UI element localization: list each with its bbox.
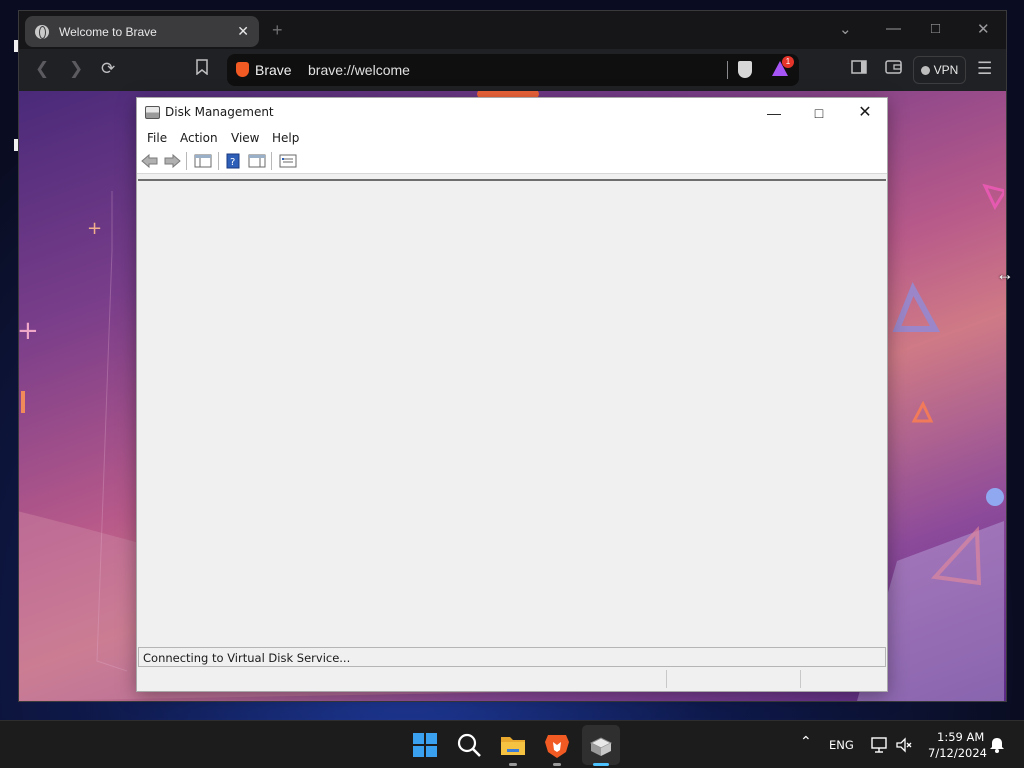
toolbar-separator (186, 152, 187, 170)
disk-management-active-indicator (593, 763, 609, 766)
globe-icon (35, 24, 49, 39)
dm-close-button[interactable]: ✕ (842, 101, 888, 125)
resize-cursor-icon: ↔ (996, 264, 1014, 284)
dm-status-text: Connecting to Virtual Disk Service... (143, 651, 351, 665)
properties-icon[interactable] (279, 153, 297, 169)
clock-date[interactable]: 7/12/2024 (928, 746, 987, 760)
windows-start-icon[interactable] (411, 731, 439, 759)
menu-action[interactable]: Action (180, 131, 218, 145)
address-bar[interactable]: Brave brave://welcome 1 (227, 54, 799, 86)
dm-status-bar (137, 668, 887, 691)
brave-shields-icon[interactable] (738, 61, 752, 78)
hamburger-menu-icon[interactable]: ☰ (977, 59, 992, 79)
tab-search-chevron-icon[interactable]: ⌄ (839, 20, 852, 38)
disk-management-app-icon (145, 106, 160, 119)
disk-management-window: Disk Management — □ ✕ File Action View H… (136, 97, 888, 692)
bookmark-icon[interactable] (196, 59, 208, 80)
console-tree-icon[interactable] (194, 153, 212, 169)
dm-toolbar: ? (137, 149, 887, 174)
browser-close-button[interactable]: ✕ (977, 20, 990, 38)
file-explorer-indicator (509, 763, 517, 766)
sidebar-toggle-icon[interactable] (851, 59, 867, 79)
vpn-label: VPN (933, 63, 959, 77)
brave-indicator (553, 763, 561, 766)
tab-strip: Welcome to Brave ✕ + ⌄ — □ ✕ (19, 11, 1006, 49)
new-tab-button[interactable]: + (272, 20, 283, 41)
clock-time[interactable]: 1:59 AM (937, 730, 984, 744)
svg-text:+: + (19, 316, 39, 346)
tab-title: Welcome to Brave (59, 24, 157, 39)
dm-window-title: Disk Management (165, 105, 274, 119)
show-hidden-icons-chevron-icon[interactable]: ⌃ (800, 734, 812, 750)
browser-maximize-button[interactable]: □ (931, 20, 940, 37)
vpn-status-icon (920, 65, 930, 75)
dm-maximize-button[interactable]: □ (796, 101, 842, 125)
language-indicator[interactable]: ENG (829, 738, 854, 752)
taskbar: ⌃ ENG 1:59 AM 7/12/2024 (0, 720, 1024, 768)
url-text[interactable]: brave://welcome (308, 62, 410, 78)
dm-title-bar[interactable]: Disk Management — □ ✕ (137, 98, 887, 128)
omnibox-divider (727, 61, 728, 79)
disk-management-taskbar-icon[interactable] (587, 731, 615, 759)
wallet-icon[interactable] (885, 59, 902, 79)
file-explorer-icon[interactable] (499, 731, 527, 759)
tab-close-button[interactable]: ✕ (237, 23, 249, 40)
svg-text:+: + (87, 218, 102, 239)
vpn-button[interactable]: VPN (913, 56, 966, 84)
browser-minimize-button[interactable]: — (886, 20, 901, 37)
tab-welcome[interactable]: Welcome to Brave ✕ (25, 16, 259, 47)
help-icon[interactable]: ? (226, 153, 240, 169)
network-icon[interactable] (870, 736, 888, 754)
show-action-pane-icon[interactable] (248, 153, 266, 169)
back-arrow-icon[interactable] (141, 153, 159, 169)
search-icon[interactable] (455, 731, 483, 759)
forward-arrow-icon[interactable] (163, 153, 181, 169)
status-bar-divider (800, 670, 801, 688)
status-bar-divider (666, 670, 667, 688)
back-button[interactable]: ❮ (35, 59, 49, 79)
dm-status-panel: Connecting to Virtual Disk Service... (138, 647, 886, 667)
volume-muted-icon[interactable] (895, 736, 913, 754)
menu-file[interactable]: File (147, 131, 167, 145)
toolbar-separator (271, 152, 272, 170)
dm-menu-bar: File Action View Help (137, 128, 887, 149)
menu-view[interactable]: View (231, 131, 259, 145)
rewards-badge: 1 (782, 56, 794, 68)
toolbar-separator (218, 152, 219, 170)
dm-content-area (138, 179, 886, 646)
browser-toolbar: ❮ ❯ ⟳ Brave brave://welcome 1 VPN ☰ (19, 49, 1006, 91)
brave-browser-icon[interactable] (543, 731, 571, 759)
menu-help[interactable]: Help (272, 131, 299, 145)
reload-button[interactable]: ⟳ (101, 59, 115, 79)
notification-bell-icon[interactable] (988, 736, 1006, 754)
forward-button[interactable]: ❯ (69, 59, 83, 79)
brave-lion-icon (236, 62, 249, 77)
svg-text:?: ? (230, 157, 235, 168)
omnibox-brand-label: Brave (255, 62, 292, 78)
dm-minimize-button[interactable]: — (751, 101, 797, 125)
